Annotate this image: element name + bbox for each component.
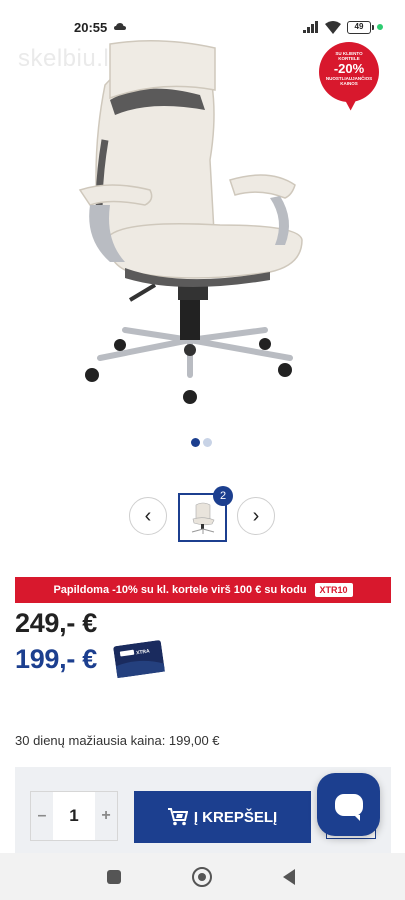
next-image-button[interactable]: ›: [237, 497, 275, 535]
sale-badge: SU KLIENTO KORTELE -20% NUOSTLIAUJANČIOS…: [319, 42, 383, 112]
add-to-cart-label: Į KREPŠELĮ: [193, 808, 278, 826]
thumbnail-row: ‹ 2 ›: [0, 486, 405, 543]
wifi-icon: [325, 20, 341, 34]
chevron-left-icon: ‹: [144, 504, 152, 527]
add-to-cart-button[interactable]: Į KREPŠELĮ: [134, 791, 311, 843]
status-bar: 20:55 49: [0, 0, 405, 40]
regular-price: 249,- €: [15, 608, 97, 638]
signal-icon: [303, 21, 318, 33]
sale-badge-discount: -20%: [333, 61, 365, 76]
home-icon[interactable]: [192, 867, 212, 887]
back-icon[interactable]: [283, 869, 295, 885]
product-image-area[interactable]: skelbiu.lt SU KLIENTO KORTELE -20% NUOST…: [0, 40, 405, 440]
cart-icon: [167, 808, 188, 826]
image-count-badge: 2: [213, 486, 233, 506]
chat-bubble-icon: [334, 793, 363, 821]
quantity-input[interactable]: 1: [53, 792, 95, 840]
sale-badge-line4: KAINOS: [340, 81, 358, 86]
system-navigation-bar: [0, 853, 405, 900]
promo-code: XTR10: [314, 583, 353, 597]
promo-text: Papildoma -10% su kl. kortele virš 100 €…: [53, 584, 307, 596]
chair-thumbnail-icon: [191, 502, 214, 534]
product-page: 20:55 49 skelbiu.lt SU KLIENTO KORTELE -…: [0, 0, 405, 900]
loyalty-card-icon: XTRA: [113, 640, 165, 679]
privacy-dot-icon: [377, 24, 383, 30]
carousel-dot[interactable]: [203, 438, 212, 447]
increase-quantity-button[interactable]: +: [95, 792, 117, 840]
previous-image-button[interactable]: ‹: [129, 497, 167, 535]
chat-button[interactable]: [317, 773, 380, 836]
carousel-dot-active[interactable]: [191, 438, 200, 447]
recent-apps-icon[interactable]: [107, 870, 121, 884]
status-time: 20:55: [74, 20, 108, 35]
cloud-icon: [114, 23, 126, 30]
quantity-stepper: – 1 +: [30, 791, 118, 841]
promo-banner: Papildoma -10% su kl. kortele virš 100 €…: [15, 577, 391, 603]
chevron-right-icon: ›: [252, 504, 260, 527]
status-icons: 49: [303, 20, 383, 34]
card-price: 199,- €: [15, 644, 97, 674]
decrease-quantity-button[interactable]: –: [31, 792, 53, 840]
battery-icon: 49: [347, 20, 374, 34]
carousel-dots: [191, 438, 212, 447]
office-chair-image: [78, 40, 303, 404]
lowest-price-30-days: 30 dienų mažiausia kaina: 199,00 €: [15, 733, 220, 748]
sale-badge-tail: [341, 90, 365, 112]
